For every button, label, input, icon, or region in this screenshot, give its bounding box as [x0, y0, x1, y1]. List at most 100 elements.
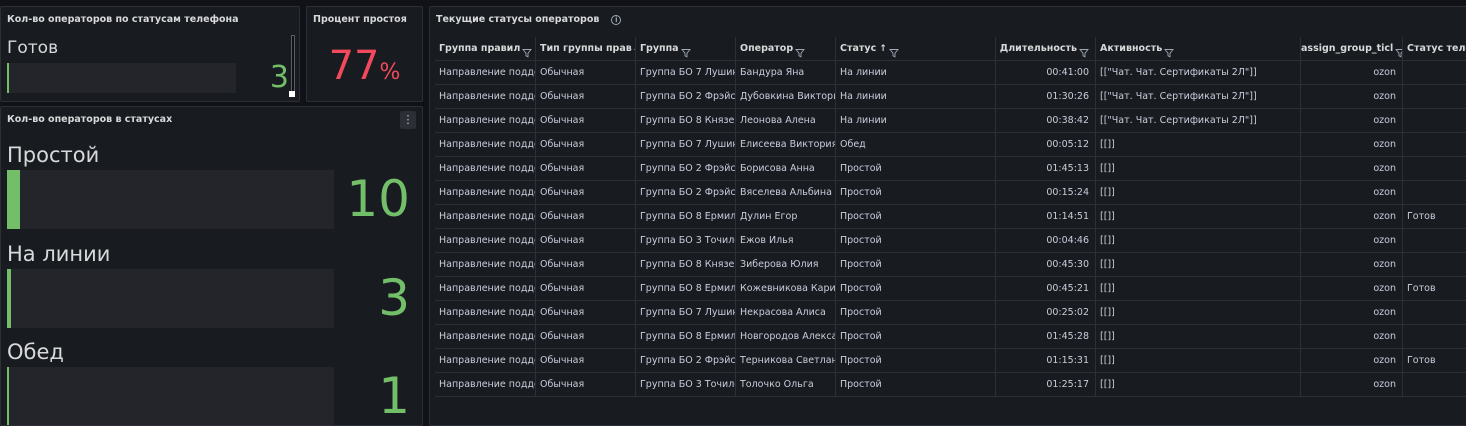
- vertical-dots-icon[interactable]: ⋮: [400, 111, 416, 129]
- cell-status: На линии: [835, 109, 995, 133]
- cell-group-type: Обычная: [535, 157, 635, 181]
- cell-group-type: Обычная: [535, 181, 635, 205]
- gauge-fill-lunch: [7, 367, 9, 425]
- gauge-bar-lunch: [7, 367, 334, 425]
- cell-duration: 00:25:02: [995, 301, 1095, 325]
- resize-handle-icon[interactable]: [289, 91, 295, 97]
- cell-group: Группа БО 8 Князева: [635, 109, 735, 133]
- cell-assign-group: ozon: [1300, 61, 1402, 85]
- cell-phone-status: [1402, 301, 1466, 325]
- cell-group: Группа БО 3 Точило: [635, 373, 735, 397]
- cell-group-type: Обычная: [535, 349, 635, 373]
- column-header-rule-group[interactable]: Группа правил: [435, 37, 535, 61]
- filter-icon[interactable]: [680, 44, 691, 58]
- cell-status: Простой: [835, 229, 995, 253]
- table-row[interactable]: Направление подде Обычная Группа БО 8 Княз…: [435, 109, 1466, 133]
- cell-activity: [[]]: [1095, 205, 1300, 229]
- panel-scrollbar[interactable]: [291, 35, 295, 95]
- operator-status-panel-title: Кол-во операторов в статусах: [7, 114, 173, 125]
- cell-group-type: Обычная: [535, 109, 635, 133]
- cell-duration: 01:14:51: [995, 205, 1095, 229]
- cell-operator: Ежов Илья: [735, 229, 835, 253]
- cell-operator: Борисова Анна: [735, 157, 835, 181]
- table-row[interactable]: Направление подде Обычная Группа БО 8 Ерми…: [435, 325, 1466, 349]
- gauge-label-idle: Простой: [7, 143, 100, 167]
- cell-phone-status: [1402, 373, 1466, 397]
- table-row[interactable]: Направление подде Обычная Группа БО 8 Ерми…: [435, 277, 1466, 301]
- column-header-label: Статус теле: [1407, 43, 1466, 54]
- cell-assign-group: ozon: [1300, 349, 1402, 373]
- cell-rule-group: Направление подде: [439, 163, 535, 174]
- table-row[interactable]: Направление подде Обычная Группа БО 8 Княз…: [435, 253, 1466, 277]
- cell-rule-group: Направление подде: [439, 91, 535, 102]
- cell-operator: Толочко Ольга: [735, 373, 835, 397]
- column-header-assign-group[interactable]: assign_group_ticl: [1300, 37, 1402, 61]
- column-header-activity[interactable]: Активность: [1095, 37, 1300, 61]
- cell-group-type: Обычная: [535, 133, 635, 157]
- cell-activity: [[]]: [1095, 277, 1300, 301]
- table-row[interactable]: Направление подде Обычная Группа БО 2 Фрэй…: [435, 157, 1466, 181]
- sort-ascending-icon[interactable]: ↑: [879, 44, 887, 54]
- table-row[interactable]: Направление подде Обычная Группа БО 3 Точи…: [435, 373, 1466, 397]
- table-row[interactable]: Направление подде Обычная Группа БО 2 Фрэй…: [435, 349, 1466, 373]
- column-header-status[interactable]: Статус ↑: [835, 37, 995, 61]
- cell-status: Простой: [835, 157, 995, 181]
- cell-group-type: Обычная: [535, 325, 635, 349]
- cell-operator: Бандура Яна: [735, 61, 835, 85]
- filter-icon[interactable]: [888, 44, 899, 58]
- table-row[interactable]: Направление подде Обычная Группа БО 7 Луши…: [435, 133, 1466, 157]
- column-header-phone-status[interactable]: Статус теле: [1402, 37, 1466, 61]
- column-header-label: Статус: [840, 43, 877, 54]
- column-header-duration[interactable]: Длительность: [995, 37, 1095, 61]
- cell-duration: 00:41:00: [995, 61, 1095, 85]
- cell-group-type: Обычная: [535, 253, 635, 277]
- column-header-group[interactable]: Группа: [635, 37, 735, 61]
- filter-icon[interactable]: [795, 44, 806, 58]
- cell-group: Группа БО 2 Фрэйс I: [635, 85, 735, 109]
- cell-status: Простой: [835, 205, 995, 229]
- cell-group-type: Обычная: [535, 301, 635, 325]
- cell-phone-status: [1402, 253, 1466, 277]
- cell-operator: Кожевникова Карина: [735, 277, 835, 301]
- gauge-label-ready: Готов: [7, 38, 59, 58]
- filter-icon[interactable]: [1395, 44, 1402, 58]
- gauge-label-online: На линии: [7, 242, 111, 266]
- filter-icon[interactable]: [1164, 44, 1175, 58]
- cell-group-type: Обычная: [535, 61, 635, 85]
- cell-activity: [[]]: [1095, 325, 1300, 349]
- cell-activity: [[]]: [1095, 229, 1300, 253]
- gauge-value-idle: 10: [346, 170, 410, 228]
- cell-assign-group: ozon: [1300, 157, 1402, 181]
- table-row[interactable]: Направление подде Обычная Группа БО 7 Луши…: [435, 61, 1466, 85]
- column-header-operator[interactable]: Оператор: [735, 37, 835, 61]
- gauge-bar-ready: [7, 63, 236, 93]
- table-row[interactable]: Направление подде Обычная Группа БО 3 Точи…: [435, 229, 1466, 253]
- cell-duration: 00:04:46: [995, 229, 1095, 253]
- filter-icon[interactable]: [1079, 44, 1089, 58]
- info-icon[interactable]: i: [611, 14, 622, 25]
- cell-operator: Леонова Алена: [735, 109, 835, 133]
- table-row[interactable]: Направление подде Обычная Группа БО 7 Луши…: [435, 301, 1466, 325]
- table-row[interactable]: Направление подде Обычная Группа БО 2 Фрэй…: [435, 181, 1466, 205]
- cell-phone-status: [1402, 109, 1466, 133]
- cell-group-type: Обычная: [535, 229, 635, 253]
- column-header-label: Группа: [640, 43, 679, 54]
- operator-table-panel-title: Текущие статусы операторов i: [436, 14, 622, 25]
- phone-status-panel: Кол-во операторов по статусам телефона Г…: [0, 6, 300, 102]
- column-header-group-type[interactable]: Тип группы прав: [535, 37, 635, 61]
- cell-operator: Елисеева Виктория: [735, 133, 835, 157]
- cell-status: Обед: [835, 133, 995, 157]
- cell-assign-group: ozon: [1300, 301, 1402, 325]
- table-row[interactable]: Направление подде Обычная Группа БО 2 Фрэй…: [435, 85, 1466, 109]
- cell-group: Группа БО 7 Лушина: [635, 133, 735, 157]
- gauge-fill-online: [7, 269, 11, 328]
- cell-activity: [[]]: [1095, 349, 1300, 373]
- filter-icon[interactable]: [522, 44, 533, 58]
- cell-duration: 01:30:26: [995, 85, 1095, 109]
- table-row[interactable]: Направление подде Обычная Группа БО 8 Ерми…: [435, 205, 1466, 229]
- cell-duration: 00:45:21: [995, 277, 1095, 301]
- cell-rule-group: Направление подде: [439, 187, 535, 198]
- cell-group-type: Обычная: [535, 85, 635, 109]
- gauge-fill-ready: [7, 63, 9, 93]
- cell-duration: 00:15:24: [995, 181, 1095, 205]
